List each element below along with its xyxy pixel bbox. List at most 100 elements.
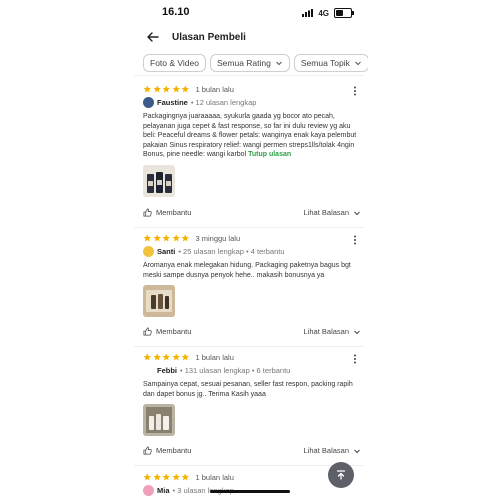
reviewer-name[interactable]: Mia (157, 486, 170, 495)
reviewer-name[interactable]: Febbi (157, 366, 177, 375)
helpful-label: Membantu (156, 446, 192, 455)
reviewer-meta: • 12 ulasan lengkap (190, 98, 257, 107)
filter-rating[interactable]: Semua Rating (210, 54, 290, 72)
filter-foto-video[interactable]: Foto & Video (143, 54, 206, 72)
helpful-button[interactable]: Membantu (143, 208, 191, 217)
chevron-down-icon (354, 449, 360, 453)
review-card: 1 bulan lalu Febbi • 131 ulasan lengkap … (143, 353, 361, 437)
reviewer-info: Santi • 25 ulasan lengkap • 4 terbantu (143, 246, 361, 257)
review-card: 1 bulan lalu Faustine • 12 ulasan lengka… (143, 85, 361, 197)
review-date: 3 minggu lalu (195, 234, 241, 243)
chevron-down-icon (276, 61, 282, 66)
collapse-review-link[interactable]: Tutup ulasan (248, 151, 291, 158)
avatar[interactable] (143, 246, 154, 257)
star-icon (143, 353, 151, 361)
signal-icon (302, 9, 314, 17)
star-icon (143, 473, 151, 481)
thumbs-up-icon (143, 327, 152, 336)
more-vertical-icon[interactable] (351, 86, 359, 96)
filter-label: Foto & Video (150, 58, 199, 68)
review-photo[interactable] (143, 164, 175, 197)
divider (134, 227, 364, 228)
more-vertical-icon[interactable] (351, 354, 359, 364)
reviewer-info: Febbi • 131 ulasan lengkap • 6 terbantu (143, 365, 361, 376)
review-date: 1 bulan lalu (195, 473, 234, 482)
review-card: 3 minggu lalu Santi • 25 ulasan lengkap … (143, 234, 361, 318)
review-text: Sampainya cepat, sesuai pesanan, seller … (143, 381, 353, 398)
star-icon (181, 353, 189, 361)
avatar[interactable] (143, 365, 154, 376)
filter-chips: Foto & Video Semua Rating Semua Topik U (143, 54, 368, 72)
star-icon (153, 85, 161, 93)
chevron-down-icon (355, 61, 361, 66)
view-replies-label: Lihat Balasan (303, 208, 349, 217)
review-text: Aromanya enak melegakan hidung. Packagin… (143, 262, 351, 279)
star-icon (153, 473, 161, 481)
page-title: Ulasan Pembeli (172, 31, 246, 43)
more-vertical-icon[interactable] (351, 235, 359, 245)
review-photo[interactable] (143, 285, 175, 318)
view-replies-label: Lihat Balasan (303, 446, 349, 455)
helpful-label: Membantu (156, 208, 192, 217)
star-icon (143, 85, 151, 93)
reviewer-meta: • 131 ulasan lengkap • 6 terbantu (180, 366, 291, 375)
status-time: 16.10 (162, 6, 190, 18)
status-icons: 4G (302, 8, 354, 18)
star-icon (162, 85, 170, 93)
avatar[interactable] (143, 485, 154, 496)
review-footer: Membantu Lihat Balasan (143, 446, 361, 455)
star-icon (172, 85, 180, 93)
battery-icon (334, 8, 354, 18)
view-replies-button[interactable]: Lihat Balasan (304, 446, 361, 455)
star-icon (181, 234, 189, 242)
view-replies-button[interactable]: Lihat Balasan (304, 327, 361, 336)
network-label: 4G (318, 8, 329, 18)
avatar[interactable] (143, 97, 154, 108)
home-indicator (210, 490, 290, 493)
bottles-photo (143, 164, 175, 197)
rating-stars (143, 234, 190, 243)
review-date: 1 bulan lalu (195, 85, 234, 94)
status-bar: 16.10 4G (134, 6, 364, 22)
star-icon (153, 234, 161, 242)
helpful-button[interactable]: Membantu (143, 327, 191, 336)
arrow-left-icon (147, 32, 159, 42)
scroll-to-top-button[interactable] (328, 462, 354, 488)
star-icon (181, 85, 189, 93)
chevron-down-icon (354, 211, 360, 215)
divider (134, 75, 364, 76)
chevron-down-icon (354, 330, 360, 334)
star-icon (172, 473, 180, 481)
page-content: 16.10 4G Ulasan Pembeli Foto & Video Sem… (134, 0, 368, 499)
reviewer-name[interactable]: Faustine (157, 98, 188, 107)
phone-screen: 16.10 4G Ulasan Pembeli Foto & Video Sem… (0, 0, 499, 499)
review-date: 1 bulan lalu (195, 353, 234, 362)
review-photo[interactable] (143, 404, 175, 437)
rating-stars (143, 353, 190, 362)
reviewer-info: Faustine • 12 ulasan lengkap (143, 97, 361, 108)
thumbs-up-icon (143, 208, 152, 217)
helpful-button[interactable]: Membantu (143, 446, 191, 455)
star-icon (172, 353, 180, 361)
back-button[interactable] (142, 26, 164, 48)
filter-label: Semua Topik (300, 58, 350, 68)
star-icon (162, 473, 170, 481)
star-icon (162, 234, 170, 242)
scroll-to-top-icon (336, 470, 346, 480)
header-bar: Ulasan Pembeli (134, 26, 364, 48)
divider (134, 346, 364, 347)
helpful-label: Membantu (156, 327, 192, 336)
bottles-photo (143, 404, 175, 437)
rating-stars (143, 473, 190, 482)
review-footer: Membantu Lihat Balasan (143, 327, 361, 336)
package-photo (143, 285, 175, 318)
filter-label: Semua Rating (217, 58, 271, 68)
star-icon (143, 234, 151, 242)
thumbs-up-icon (143, 446, 152, 455)
star-icon (172, 234, 180, 242)
star-icon (181, 473, 189, 481)
reviewer-name[interactable]: Santi (157, 247, 175, 256)
filter-topik[interactable]: Semua Topik (293, 54, 368, 72)
rating-stars (143, 85, 190, 94)
view-replies-button[interactable]: Lihat Balasan (304, 208, 361, 217)
